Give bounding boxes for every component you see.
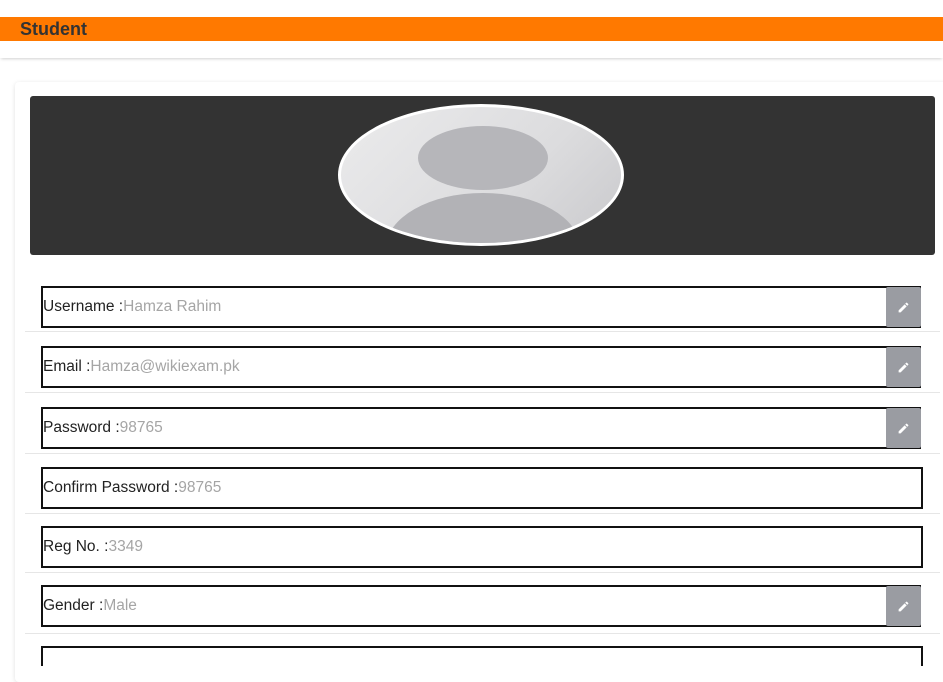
field-row-username: Username : Hamza Rahim <box>25 271 940 332</box>
password-field[interactable]: Password :98765 <box>41 407 921 449</box>
gender-field[interactable]: Gender : Male <box>41 585 921 627</box>
email-label: Email : <box>43 358 91 375</box>
pencil-icon <box>898 362 909 372</box>
profile-banner <box>30 96 935 255</box>
password-value: 98765 <box>119 419 163 436</box>
reg-no-field[interactable]: Reg No. :3349 <box>41 526 923 568</box>
reg-no-label: Reg No. : <box>43 538 109 555</box>
confirm-password-value: 98765 <box>178 479 222 496</box>
header-divider <box>0 41 943 58</box>
gender-label: Gender : <box>43 597 104 614</box>
field-row-email: Email : Hamza@wikiexam.pk <box>25 332 940 393</box>
pencil-icon <box>898 601 909 611</box>
username-value: Hamza Rahim <box>123 298 222 315</box>
reg-no-value: 3349 <box>108 538 143 555</box>
page-title: Student <box>20 18 87 39</box>
email-field[interactable]: Email : Hamza@wikiexam.pk <box>41 346 921 388</box>
username-field[interactable]: Username : Hamza Rahim <box>41 286 921 328</box>
username-label: Username : <box>43 298 124 315</box>
gender-value: Male <box>103 597 137 614</box>
email-value: Hamza@wikiexam.pk <box>90 358 240 375</box>
edit-password-button[interactable] <box>886 408 921 448</box>
profile-card: Username : Hamza Rahim Email : Hamza@wikie… <box>15 82 943 682</box>
pencil-icon <box>898 423 909 433</box>
field-row-gender: Gender : Male <box>25 573 940 634</box>
avatar-head-shape <box>418 126 548 190</box>
edit-gender-button[interactable] <box>886 586 921 626</box>
page-header: Student <box>0 17 943 41</box>
next-field-partial[interactable] <box>41 646 923 666</box>
field-row-password: Password :98765 <box>25 393 940 454</box>
password-label: Password : <box>43 419 120 436</box>
edit-username-button[interactable] <box>886 287 921 327</box>
field-row-reg-no: Reg No. :3349 <box>25 514 940 573</box>
pencil-icon <box>898 302 909 312</box>
confirm-password-label: Confirm Password : <box>43 479 179 496</box>
field-row-confirm-password: Confirm Password :98765 <box>25 454 940 514</box>
edit-email-button[interactable] <box>886 347 921 387</box>
avatar-body-shape <box>386 193 580 243</box>
confirm-password-field[interactable]: Confirm Password :98765 <box>41 467 923 509</box>
avatar[interactable] <box>338 104 624 246</box>
